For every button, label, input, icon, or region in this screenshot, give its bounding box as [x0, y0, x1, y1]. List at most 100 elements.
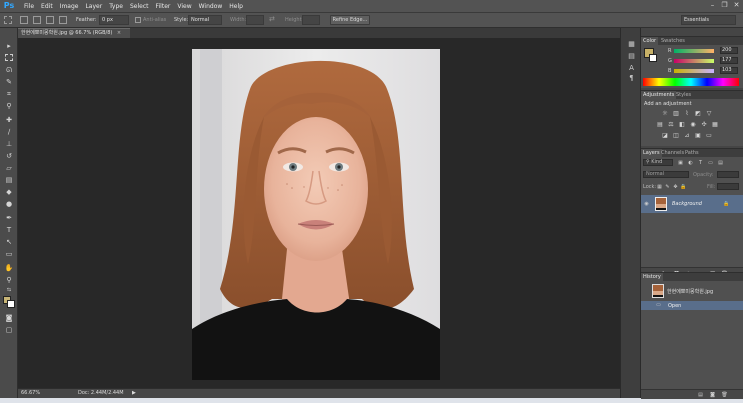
menu-edit[interactable]: Edit: [41, 3, 53, 10]
pen-tool-icon[interactable]: ✒: [4, 214, 14, 223]
lock-image-icon[interactable]: ✎: [664, 184, 671, 190]
path-selection-tool-icon[interactable]: ↖: [4, 238, 14, 247]
character-panel-icon[interactable]: A: [626, 64, 637, 72]
close-tab-icon[interactable]: ×: [117, 30, 121, 36]
tab-swatches[interactable]: Swatches: [659, 37, 687, 45]
move-tool-icon[interactable]: ▸: [4, 42, 14, 51]
gradient-map-icon[interactable]: ▭: [705, 132, 713, 139]
intersect-selection-icon[interactable]: [59, 16, 67, 24]
refine-edge-button[interactable]: Refine Edge...: [330, 15, 370, 25]
close-button[interactable]: ✕: [732, 1, 741, 10]
layer-row-background[interactable]: ◉ Background 🔒: [641, 195, 743, 213]
tab-history[interactable]: History: [641, 273, 663, 281]
green-value[interactable]: 177: [720, 57, 738, 64]
style-select[interactable]: Normal: [188, 15, 222, 25]
color-lookup-icon[interactable]: ▦: [711, 121, 719, 128]
history-brush-tool-icon[interactable]: ↺: [4, 152, 14, 161]
black-white-icon[interactable]: ◧: [678, 121, 686, 128]
blue-slider[interactable]: B 103: [668, 67, 740, 74]
zoom-tool-icon[interactable]: ⚲: [4, 276, 14, 285]
spot-healing-tool-icon[interactable]: ✚: [4, 116, 14, 125]
lock-all-icon[interactable]: 🔒: [680, 184, 687, 190]
photo-filter-icon[interactable]: ◉: [689, 121, 697, 128]
menu-window[interactable]: Window: [199, 3, 223, 10]
green-slider[interactable]: G 177: [668, 57, 740, 64]
dodge-tool-icon[interactable]: ●: [4, 200, 14, 209]
vibrance-icon[interactable]: ▽: [705, 110, 713, 117]
menu-select[interactable]: Select: [130, 3, 149, 10]
menu-file[interactable]: File: [24, 3, 34, 10]
filter-shape-icon[interactable]: ▭: [707, 160, 714, 166]
paragraph-panel-icon[interactable]: ¶: [626, 74, 637, 82]
new-snapshot-icon[interactable]: ◙: [709, 392, 716, 398]
gradient-tool-icon[interactable]: ▤: [4, 176, 14, 185]
menu-help[interactable]: Help: [229, 3, 243, 10]
layer-kind-filter[interactable]: ⚲ Kind: [643, 159, 673, 166]
hue-saturation-icon[interactable]: ▤: [656, 121, 664, 128]
invert-icon[interactable]: ◪: [661, 132, 669, 139]
brightness-contrast-icon[interactable]: ☼: [661, 110, 669, 117]
lock-transparent-icon[interactable]: ▦: [656, 184, 663, 190]
posterize-icon[interactable]: ◫: [672, 132, 680, 139]
fill-input[interactable]: [717, 183, 739, 190]
levels-icon[interactable]: ▥: [672, 110, 680, 117]
menu-layer[interactable]: Layer: [85, 3, 102, 10]
restore-button[interactable]: ❐: [720, 1, 729, 10]
eraser-tool-icon[interactable]: ▱: [4, 164, 14, 173]
clone-stamp-tool-icon[interactable]: ⊥: [4, 140, 14, 149]
lock-position-icon[interactable]: ✥: [672, 184, 679, 190]
delete-state-icon[interactable]: 🗑: [721, 392, 728, 398]
filter-type-icon[interactable]: T: [697, 160, 704, 166]
rectangle-tool-icon[interactable]: ▭: [4, 250, 14, 259]
swap-colors-icon[interactable]: ⇆: [4, 286, 14, 295]
color-spectrum-ramp[interactable]: [643, 78, 739, 86]
swap-dimensions-icon[interactable]: ⇄: [269, 15, 275, 23]
menu-image[interactable]: Image: [60, 3, 79, 10]
blend-mode-select[interactable]: Normal: [643, 171, 689, 178]
filter-pixel-icon[interactable]: ▣: [677, 160, 684, 166]
quick-mask-icon[interactable]: ◙: [4, 314, 14, 323]
quick-selection-tool-icon[interactable]: ✎: [4, 78, 14, 87]
filter-adjustment-icon[interactable]: ◐: [687, 160, 694, 166]
selective-color-icon[interactable]: ▣: [694, 132, 702, 139]
new-selection-icon[interactable]: [20, 16, 28, 24]
curves-icon[interactable]: ⌇: [683, 110, 691, 117]
threshold-icon[interactable]: ⊿: [683, 132, 691, 139]
properties-panel-icon[interactable]: ▤: [626, 52, 637, 60]
workspace-select[interactable]: Essentials: [681, 15, 736, 25]
menu-view[interactable]: View: [177, 3, 191, 10]
background-color-swatch[interactable]: [7, 300, 15, 308]
document-tab[interactable]: 한현에뽀미몽학원.jpg @ 66.7% (RGB/8) ×: [18, 28, 130, 38]
tab-color[interactable]: Color: [641, 37, 659, 45]
history-snapshot-row[interactable]: 한현에뽀미몽학원.jpg: [641, 283, 743, 300]
antialias-checkbox[interactable]: [135, 17, 141, 23]
screen-mode-icon[interactable]: ▢: [4, 326, 14, 335]
tab-styles[interactable]: Styles: [674, 91, 693, 99]
opacity-input[interactable]: [717, 171, 739, 178]
filter-smart-icon[interactable]: ▤: [717, 160, 724, 166]
type-tool-icon[interactable]: T: [4, 226, 14, 235]
color-balance-icon[interactable]: ⚖: [667, 121, 675, 128]
menu-filter[interactable]: Filter: [156, 3, 171, 10]
blur-tool-icon[interactable]: ◆: [4, 188, 14, 197]
tab-adjustments[interactable]: Adjustments: [641, 91, 677, 99]
menu-type[interactable]: Type: [109, 3, 123, 10]
channel-mixer-icon[interactable]: ✣: [700, 121, 708, 128]
color-panel-bg-swatch[interactable]: [649, 54, 657, 62]
zoom-level[interactable]: 66.67%: [21, 390, 40, 396]
feather-input[interactable]: 0 px: [99, 15, 129, 25]
status-menu-arrow-icon[interactable]: ▶: [132, 390, 136, 396]
height-input[interactable]: [302, 15, 320, 25]
canvas-area[interactable]: [18, 38, 620, 388]
red-value[interactable]: 200: [720, 47, 738, 54]
minimize-button[interactable]: –: [708, 1, 717, 10]
exposure-icon[interactable]: ◩: [694, 110, 702, 117]
rectangular-marquee-tool-icon[interactable]: [5, 54, 13, 61]
new-document-from-state-icon[interactable]: ▤: [697, 392, 704, 398]
brush-tool-icon[interactable]: ∕: [4, 128, 14, 137]
marquee-tool-preset-icon[interactable]: [4, 16, 12, 24]
eyedropper-tool-icon[interactable]: ⚲: [4, 102, 14, 111]
layer-name[interactable]: Background: [672, 201, 702, 207]
history-step-open[interactable]: ▭ Open: [641, 301, 743, 310]
lasso-tool-icon[interactable]: ᘏ: [4, 66, 14, 75]
